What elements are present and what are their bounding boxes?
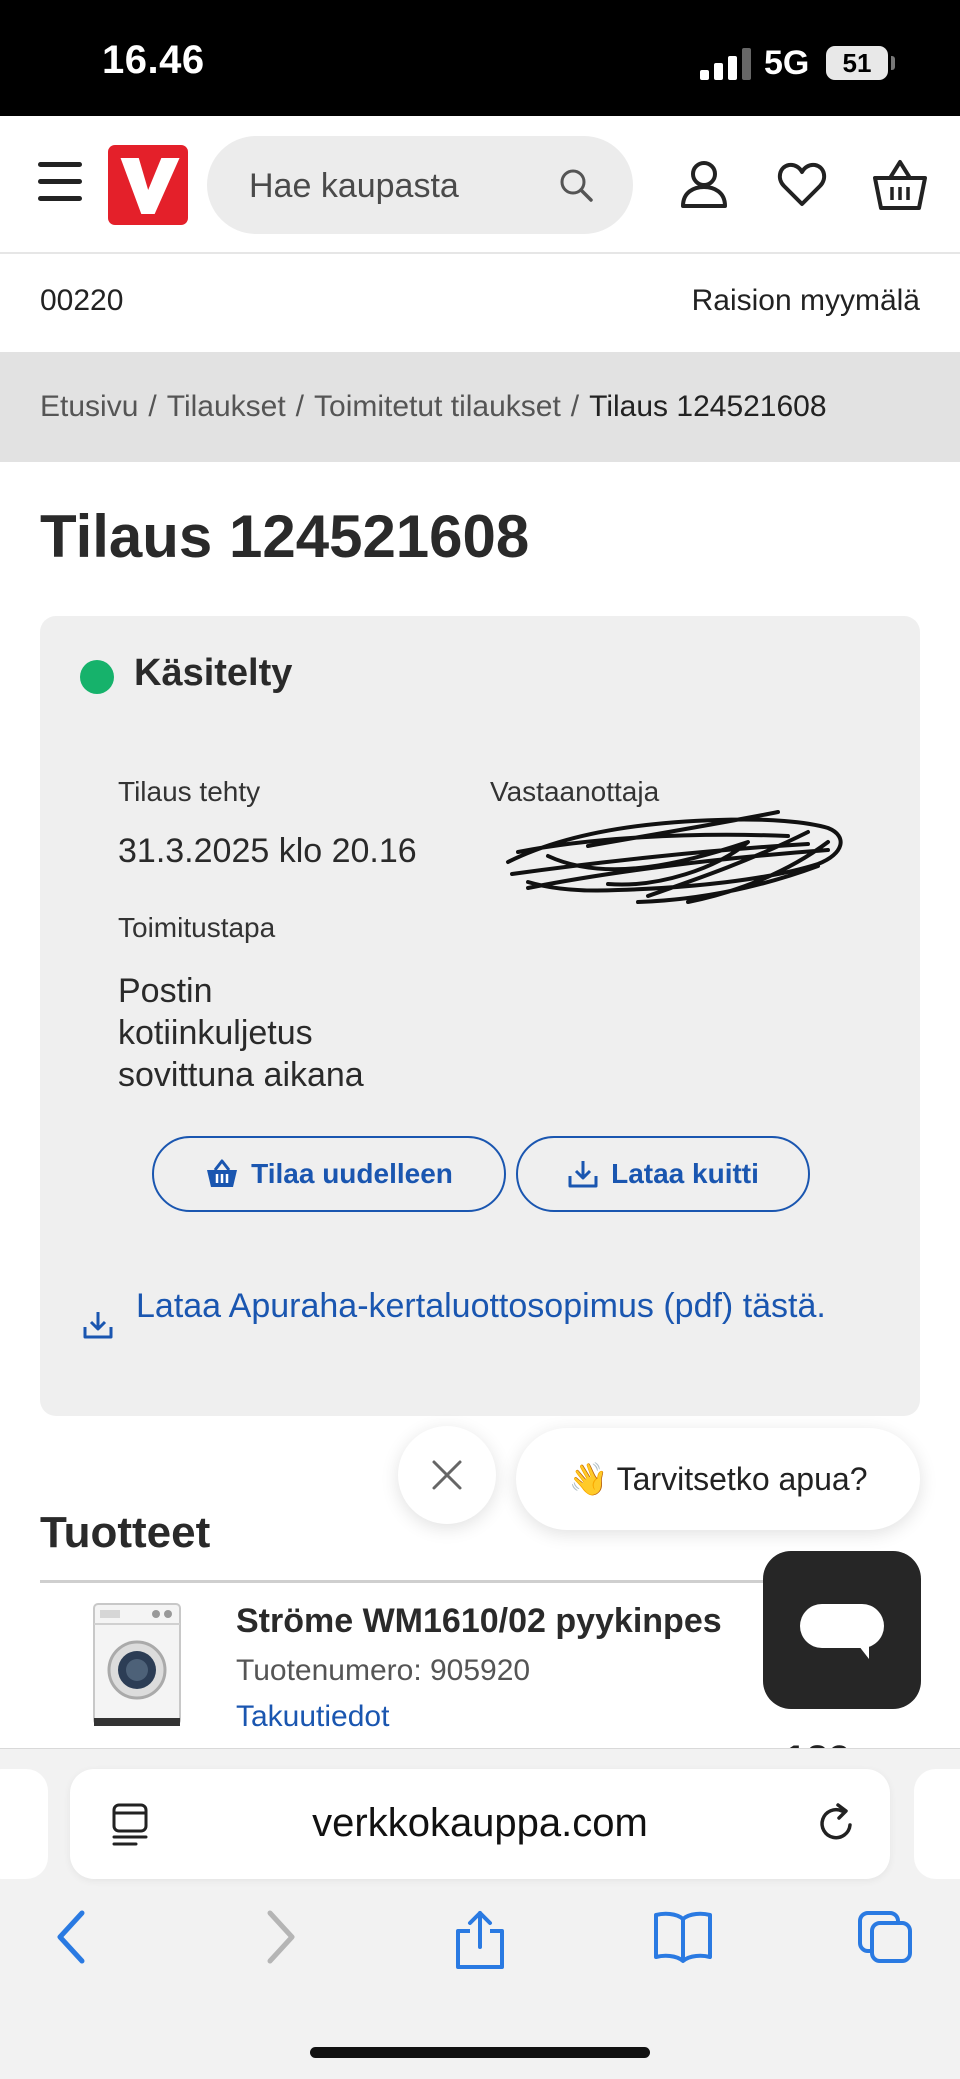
site-header: [0, 116, 960, 254]
status-indicator-icon: [80, 660, 114, 694]
download-icon[interactable]: [82, 1310, 114, 1340]
delivery-method-line: Postin: [118, 972, 213, 1010]
search-box[interactable]: [207, 136, 633, 236]
order-placed-value: 31.3.2025 klo 20.16: [118, 832, 417, 870]
order-placed-label: Tilaus tehty: [118, 776, 261, 807]
download-receipt-button[interactable]: Lataa kuitti: [516, 1136, 810, 1212]
menu-icon[interactable]: [38, 162, 82, 206]
warranty-link[interactable]: Takuutiedot: [236, 1700, 389, 1734]
delivery-method-line: sovittuna aikana: [118, 1056, 364, 1094]
signal-icon: [700, 48, 751, 80]
redacted-recipient-scribble: [506, 810, 843, 904]
breadcrumb-current: Tilaus 124521608: [589, 390, 827, 423]
product-name[interactable]: Ströme WM1610/02 pyykinpes: [236, 1602, 722, 1641]
breadcrumb-orders[interactable]: Tilaukset: [167, 390, 286, 423]
share-icon[interactable]: [452, 1909, 508, 1971]
search-input[interactable]: [247, 136, 551, 236]
delivery-method-label: Toimitustapa: [118, 912, 276, 943]
address-bar[interactable]: verkkokauppa.com: [70, 1769, 890, 1879]
browser-toolbar: verkkokauppa.com: [0, 1748, 960, 2079]
home-indicator: [310, 2047, 650, 2058]
bookmarks-icon[interactable]: [652, 1909, 714, 1965]
store-name[interactable]: Raision myymälä: [692, 284, 920, 318]
product-number: Tuotenumero: 905920: [236, 1654, 531, 1687]
location-bar: 00220 Raision myymälä: [0, 254, 960, 352]
status-time: 16.46: [102, 38, 205, 82]
reload-icon[interactable]: [814, 1801, 858, 1845]
basket-icon: [207, 1159, 238, 1187]
tabs-icon[interactable]: [856, 1909, 914, 1965]
reorder-button[interactable]: Tilaa uudelleen: [152, 1136, 506, 1212]
reorder-button-label: Tilaa uudelleen: [251, 1158, 453, 1189]
breadcrumb-separator: /: [295, 390, 305, 423]
washing-machine-image[interactable]: [92, 1602, 182, 1728]
credit-agreement-pdf-link[interactable]: Lataa Apuraha-kertaluottosopimus (pdf) t…: [136, 1280, 856, 1332]
breadcrumb: Etusivu / Tilaukset / Toimitetut tilaukset / T…: [0, 352, 960, 462]
network-type: 5G: [764, 44, 810, 82]
close-icon: [432, 1460, 462, 1490]
forward-icon[interactable]: [260, 1909, 300, 1965]
help-close-button[interactable]: [398, 1426, 496, 1524]
breadcrumb-delivered-orders[interactable]: Toimitetut tilaukset: [314, 390, 561, 423]
chat-bubble-icon: [800, 1604, 884, 1659]
previous-tab-peek[interactable]: [0, 1769, 48, 1879]
order-status: Käsitelty: [134, 652, 293, 694]
breadcrumb-separator: /: [148, 390, 157, 423]
delivery-method-line: kotiinkuljetus: [118, 1014, 313, 1052]
breadcrumb-separator: /: [570, 390, 580, 423]
products-heading: Tuotteet: [40, 1508, 211, 1557]
battery-cap: [891, 56, 895, 70]
heart-icon[interactable]: [776, 158, 828, 210]
postal-code[interactable]: 00220: [40, 284, 123, 318]
status-bar: 16.46 5G 51: [0, 0, 960, 116]
product-price: 129: [784, 1738, 851, 1748]
breadcrumb-home[interactable]: Etusivu: [40, 390, 138, 423]
download-receipt-label: Lataa kuitti: [611, 1158, 759, 1189]
url-text: verkkokauppa.com: [312, 1801, 648, 1845]
battery-icon: 51: [826, 46, 888, 80]
order-summary-card: Käsitelty Tilaus tehty 31.3.2025 klo 20.…: [40, 616, 920, 1416]
page-title: Tilaus 124521608: [40, 503, 530, 570]
next-tab-peek[interactable]: [914, 1769, 960, 1879]
logo-v-icon: [120, 158, 180, 214]
back-icon[interactable]: [52, 1909, 92, 1965]
basket-icon[interactable]: [872, 158, 928, 212]
search-icon[interactable]: [557, 166, 595, 204]
chat-button[interactable]: [763, 1551, 921, 1709]
account-icon[interactable]: [678, 158, 730, 210]
download-icon: [568, 1161, 598, 1188]
help-prompt-bubble[interactable]: 👋 Tarvitsetko apua?: [516, 1428, 920, 1530]
verkkokauppa-logo[interactable]: [108, 145, 188, 225]
